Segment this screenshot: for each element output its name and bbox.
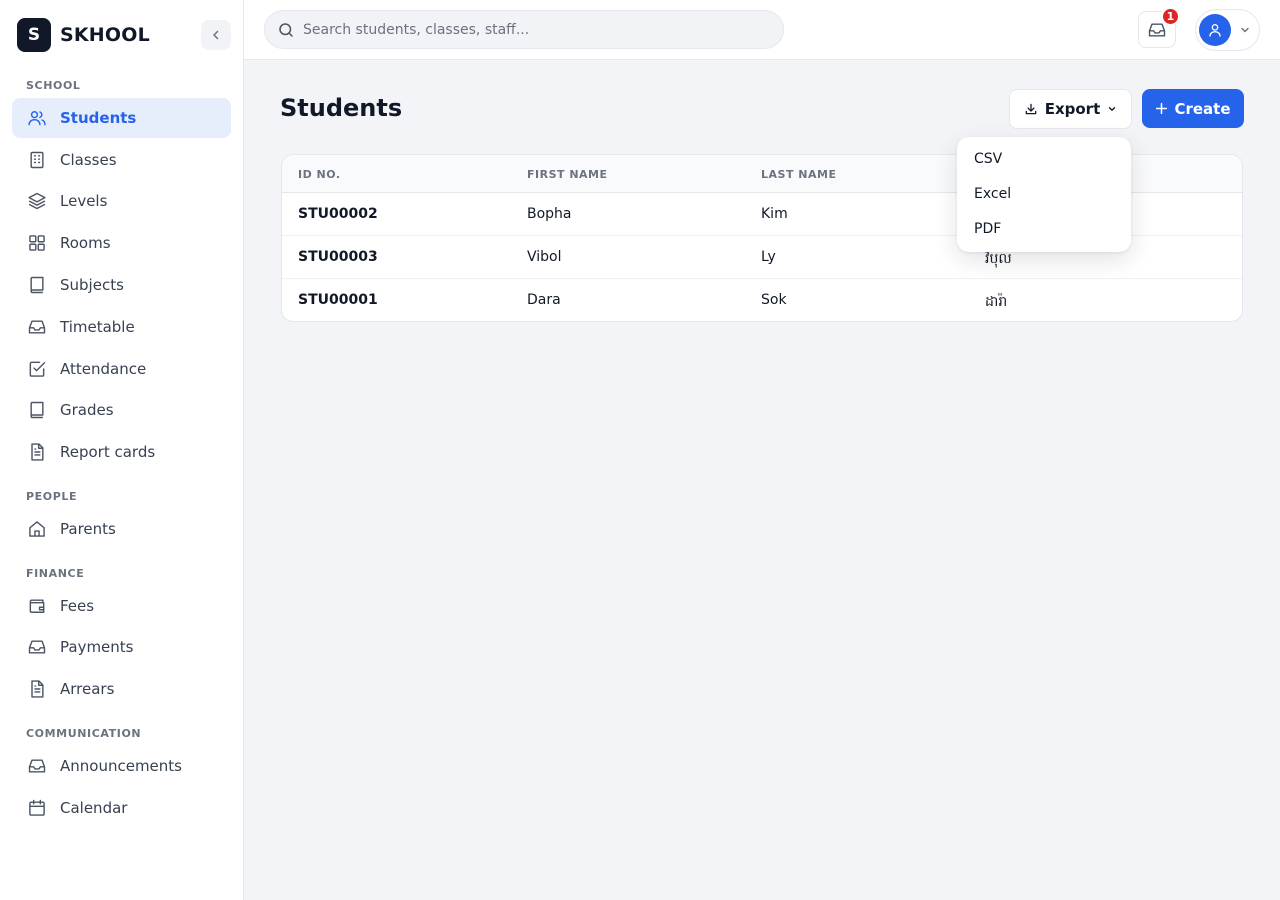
sidebar-item-label: Rooms [60, 234, 111, 252]
sidebar-item-levels[interactable]: Levels [12, 181, 231, 221]
sidebar-item-label: Calendar [60, 799, 128, 817]
app-name: SKHOOL [60, 24, 150, 46]
cell-last-name: Kim [761, 206, 788, 222]
section-label-finance: FINANCE [26, 567, 85, 580]
section-label-school: SCHOOL [26, 79, 81, 92]
sidebar-item-label: Subjects [60, 276, 124, 294]
sidebar-item-students[interactable]: Students [12, 98, 231, 138]
layers-icon [26, 190, 48, 212]
avatar [1199, 14, 1231, 46]
sidebar-item-label: Attendance [60, 360, 147, 378]
cell-id: STU00002 [298, 206, 378, 222]
calendar-icon [26, 797, 48, 819]
export-menu-item-csv[interactable]: CSV [957, 141, 1131, 176]
sidebar-item-announcements[interactable]: Announcements [12, 746, 231, 786]
user-icon [1209, 24, 1221, 37]
inbox-icon [26, 316, 48, 338]
home-icon [26, 518, 48, 540]
sidebar-item-label: Students [60, 109, 137, 127]
sidebar-item-label: Levels [60, 192, 108, 210]
sidebar-item-classes[interactable]: Classes [12, 140, 231, 180]
create-button[interactable]: Create [1142, 89, 1244, 128]
sidebar-item-calendar[interactable]: Calendar [12, 788, 231, 828]
chevron-down-icon [1241, 27, 1249, 33]
sidebar-item-arrears[interactable]: Arrears [12, 669, 231, 709]
cell-first-name: Bopha [527, 206, 572, 222]
section-label-people: PEOPLE [26, 490, 78, 503]
sidebar-item-label: Parents [60, 520, 116, 538]
sidebar-item-subjects[interactable]: Subjects [12, 265, 231, 305]
column-header-id[interactable]: ID NO. [298, 168, 341, 181]
wallet-icon [26, 595, 48, 617]
plus-icon [1156, 102, 1168, 115]
cell-first-name: Dara [527, 292, 561, 308]
document-icon [26, 441, 48, 463]
cell-last-name: Sok [761, 292, 787, 308]
sidebar-item-label: Report cards [60, 443, 156, 461]
export-menu: CSV Excel PDF [957, 137, 1131, 252]
cell-id: STU00003 [298, 249, 378, 265]
search-input[interactable] [303, 21, 763, 38]
book-icon [26, 274, 48, 296]
export-menu-item-pdf[interactable]: PDF [957, 211, 1131, 246]
sidebar-item-parents[interactable]: Parents [12, 509, 231, 549]
topbar: 1 [244, 0, 1280, 60]
app-logo: S [17, 18, 51, 52]
sidebar-item-label: Timetable [60, 318, 135, 336]
export-button[interactable]: Export [1009, 89, 1132, 129]
sidebar-item-grades[interactable]: Grades [12, 390, 231, 430]
cell-khmer-name: ដារ៉ា [985, 294, 1008, 310]
collapse-sidebar-button[interactable] [201, 20, 231, 50]
sidebar-item-label: Announcements [60, 757, 182, 775]
checkbox-icon [26, 358, 48, 380]
search-icon [279, 22, 293, 37]
sidebar-item-label: Payments [60, 638, 134, 656]
book-icon [26, 399, 48, 421]
cell-id: STU00001 [298, 292, 378, 308]
chevron-left-icon [213, 30, 219, 40]
sidebar-item-fees[interactable]: Fees [12, 586, 231, 626]
column-header-last-name[interactable]: LAST NAME [761, 168, 836, 181]
sidebar-item-attendance[interactable]: Attendance [12, 349, 231, 389]
sidebar: S SKHOOL SCHOOL Students Classes Levels … [0, 0, 244, 900]
sidebar-item-label: Arrears [60, 680, 115, 698]
export-label: Export [1044, 100, 1101, 118]
download-icon [1025, 103, 1037, 115]
export-menu-item-excel[interactable]: Excel [957, 176, 1131, 211]
notification-badge: 1 [1161, 7, 1180, 26]
column-header-first-name[interactable]: FIRST NAME [527, 168, 608, 181]
cell-khmer-name: វិបុល [985, 251, 1012, 267]
users-icon [26, 107, 48, 129]
sidebar-item-payments[interactable]: Payments [12, 627, 231, 667]
sidebar-item-rooms[interactable]: Rooms [12, 223, 231, 263]
sidebar-item-label: Grades [60, 401, 114, 419]
building-icon [26, 149, 48, 171]
sidebar-item-label: Fees [60, 597, 95, 615]
user-menu-button[interactable] [1195, 9, 1260, 51]
brand[interactable]: S SKHOOL [17, 18, 150, 52]
table-row[interactable]: STU00001 Dara Sok ដារ៉ា [282, 279, 1242, 321]
cell-first-name: Vibol [527, 249, 562, 265]
sidebar-item-label: Classes [60, 151, 117, 169]
chevron-down-icon [1109, 107, 1116, 111]
inbox-icon [26, 755, 48, 777]
sidebar-item-report-cards[interactable]: Report cards [12, 432, 231, 472]
search-bar[interactable] [264, 10, 784, 49]
grid-icon [26, 232, 48, 254]
page-title: Students [280, 94, 403, 122]
sidebar-item-timetable[interactable]: Timetable [12, 307, 231, 347]
section-label-communication: COMMUNICATION [26, 727, 142, 740]
create-label: Create [1174, 99, 1231, 118]
inbox-icon [26, 636, 48, 658]
cell-last-name: Ly [761, 249, 776, 265]
document-icon [26, 678, 48, 700]
